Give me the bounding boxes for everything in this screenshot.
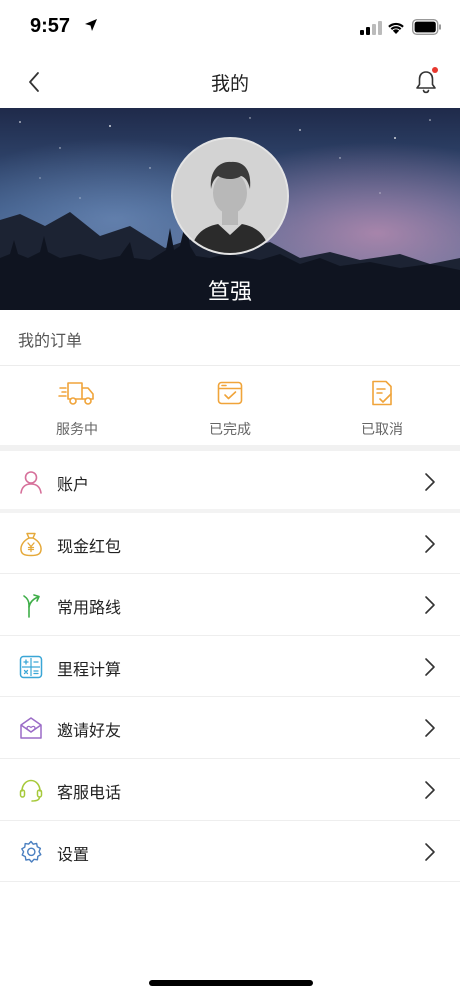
menu-item-mileage-calculator[interactable]: 里程计算 (0, 635, 460, 698)
menu-item-label: 常用路线 (57, 598, 122, 618)
location-arrow-icon (85, 19, 97, 31)
order-in-service-button[interactable]: 服务中 (17, 367, 137, 445)
wifi-icon (388, 22, 404, 34)
chevron-right-icon (425, 596, 435, 614)
chevron-right-icon (425, 657, 435, 676)
menu-item-label: 现金红包 (57, 536, 122, 556)
truck-icon (58, 382, 94, 405)
cellular-signal-icon (360, 21, 382, 35)
notification-badge-dot (432, 67, 438, 73)
orders-title: 我的订单 (18, 331, 83, 350)
battery-icon (412, 19, 441, 35)
chevron-right-icon (425, 473, 435, 491)
home-indicator[interactable] (149, 980, 313, 986)
invite-envelope-icon (20, 717, 42, 740)
menu-item-customer-service-phone[interactable]: 客服电话 (0, 758, 460, 821)
page-title: 我的 (210, 73, 249, 95)
navigation-bar: 我的 (0, 56, 460, 108)
notifications-button[interactable] (408, 64, 444, 100)
status-bar: 9:57 (0, 0, 460, 56)
chevron-right-icon (425, 842, 435, 861)
menu-list: 账户 现金红包 常用路线 里程计算 邀请好友 客服电话 设置 (0, 451, 460, 883)
order-in-service-label: 服务中 (56, 422, 98, 438)
menu-item-label: 客服电话 (57, 782, 122, 802)
status-time: 9:57 (30, 15, 71, 37)
money-bag-icon (20, 532, 42, 556)
order-completed-button[interactable]: 已完成 (170, 367, 290, 445)
avatar[interactable] (171, 137, 289, 255)
order-status-row: 服务中 已完成 已取消 (0, 367, 460, 445)
default-avatar-icon (173, 139, 287, 253)
chevron-right-icon (425, 534, 435, 553)
menu-item-label: 设置 (57, 844, 90, 864)
document-check-icon (372, 380, 392, 406)
chevron-right-icon (425, 719, 435, 738)
calendar-check-icon (217, 381, 243, 405)
menu-item-invite-friends[interactable]: 邀请好友 (0, 697, 460, 759)
orders-section-header[interactable]: 我的订单 (0, 310, 460, 366)
menu-item-label: 里程计算 (57, 659, 122, 679)
headset-icon (19, 779, 43, 802)
calculator-icon (19, 655, 43, 679)
user-icon (20, 471, 42, 494)
menu-item-label: 账户 (57, 475, 90, 494)
order-cancelled-label: 已取消 (361, 422, 403, 438)
menu-item-settings[interactable]: 设置 (0, 820, 460, 883)
route-icon (23, 594, 40, 618)
gear-icon (21, 840, 42, 863)
menu-item-cash-red-packet[interactable]: 现金红包 (0, 512, 460, 575)
profile-banner: 笪强 (0, 108, 460, 310)
menu-item-label: 邀请好友 (57, 721, 122, 741)
menu-item-account[interactable]: 账户 (0, 451, 460, 513)
username: 笪强 (207, 280, 252, 305)
menu-item-frequent-routes[interactable]: 常用路线 (0, 574, 460, 636)
order-cancelled-button[interactable]: 已取消 (322, 367, 442, 445)
chevron-right-icon (425, 781, 435, 799)
order-completed-label: 已完成 (209, 422, 251, 438)
